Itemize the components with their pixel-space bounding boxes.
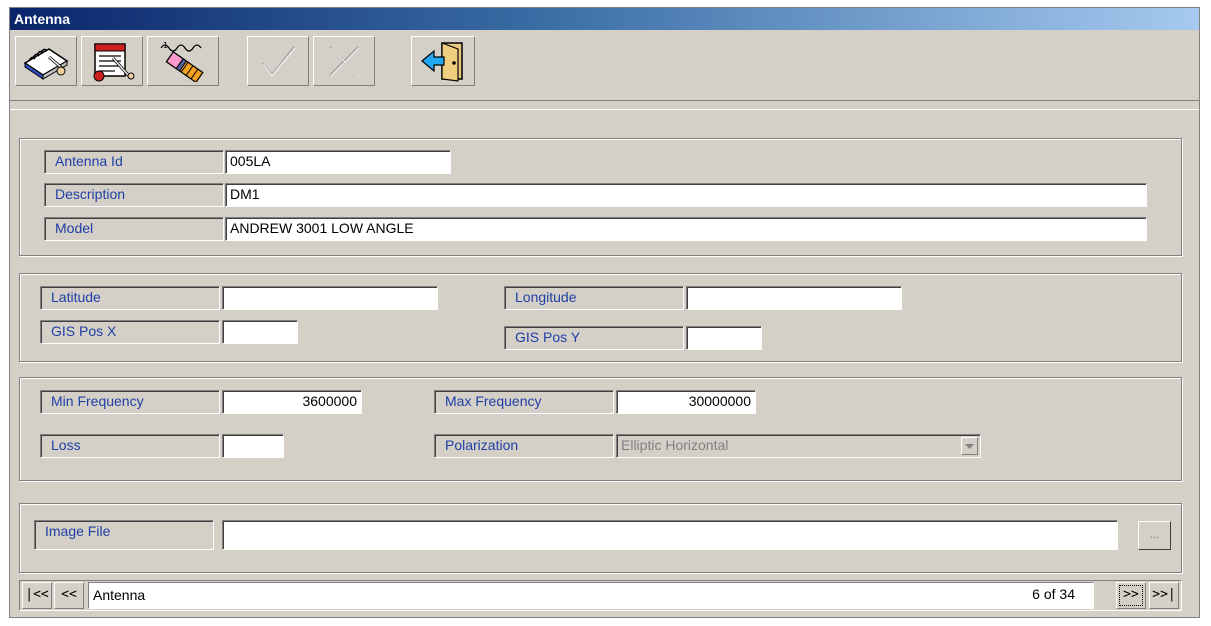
checkmark-icon [261, 46, 296, 77]
loss-field[interactable] [222, 434, 284, 458]
longitude-label: Longitude [504, 286, 684, 310]
loss-label: Loss [40, 434, 220, 458]
last-record-button[interactable]: >>| [1149, 582, 1179, 609]
longitude-field[interactable] [686, 286, 902, 310]
description-label: Description [44, 183, 224, 207]
min-frequency-label: Min Frequency [40, 390, 220, 414]
record-name-field: Antenna [88, 582, 1094, 609]
max-frequency-label: Max Frequency [434, 390, 614, 414]
previous-record-button[interactable]: << [54, 582, 84, 609]
edit-record-button[interactable] [15, 36, 77, 86]
erase-button[interactable]: 1 [147, 36, 219, 86]
form-body: Antenna Id 005LA Description DM1 Model A… [10, 109, 1199, 617]
svg-text:1: 1 [163, 41, 168, 50]
exit-door-icon [421, 42, 463, 82]
title-bar: Antenna [10, 8, 1199, 30]
antenna-window: Antenna 1 Antenna Id 005LA Description D… [9, 7, 1200, 618]
chevron-down-icon [965, 443, 974, 449]
image-group: Image File ... [19, 503, 1182, 573]
gis-pos-y-label: GIS Pos Y [504, 326, 684, 350]
confirm-button[interactable] [247, 36, 309, 86]
location-group: Latitude Longitude GIS Pos X GIS Pos Y [19, 273, 1182, 362]
cancel-button[interactable] [313, 36, 375, 86]
toolbar: 1 [10, 30, 1199, 101]
next-record-button[interactable]: >> [1116, 582, 1146, 609]
polarization-label: Polarization [434, 434, 614, 458]
exit-button[interactable] [411, 36, 475, 86]
cross-icon [329, 46, 360, 77]
gis-pos-y-field[interactable] [686, 326, 762, 350]
record-navigator: |<< << Antenna 6 of 34 >> >>| [19, 580, 1182, 611]
new-record-button[interactable] [81, 36, 143, 86]
frequency-group: Min Frequency 3600000 Max Frequency 3000… [19, 377, 1182, 481]
notebook-edit-icon [23, 48, 69, 80]
antenna-id-label: Antenna Id [44, 150, 224, 174]
eraser-icon: 1 [160, 41, 204, 82]
notebook-new-icon [93, 43, 135, 82]
polarization-select[interactable]: Elliptic Horizontal [616, 434, 981, 458]
image-file-label: Image File [34, 520, 214, 550]
antenna-id-field[interactable]: 005LA [225, 150, 451, 174]
description-field[interactable]: DM1 [225, 183, 1147, 207]
latitude-field[interactable] [222, 286, 438, 310]
gis-pos-x-label: GIS Pos X [40, 320, 220, 344]
browse-button[interactable]: ... [1138, 521, 1171, 550]
model-label: Model [44, 217, 224, 241]
polarization-selected-value: Elliptic Horizontal [621, 437, 729, 453]
max-frequency-field[interactable]: 30000000 [616, 390, 756, 414]
record-position-text: 6 of 34 [1032, 586, 1075, 602]
min-frequency-field[interactable]: 3600000 [222, 390, 362, 414]
polarization-dropdown-button[interactable] [961, 437, 978, 455]
model-field[interactable]: ANDREW 3001 LOW ANGLE [225, 217, 1147, 241]
image-file-field[interactable] [222, 520, 1118, 550]
gis-pos-x-field[interactable] [222, 320, 298, 344]
latitude-label: Latitude [40, 286, 220, 310]
first-record-button[interactable]: |<< [22, 582, 52, 609]
identity-group: Antenna Id 005LA Description DM1 Model A… [19, 138, 1182, 256]
